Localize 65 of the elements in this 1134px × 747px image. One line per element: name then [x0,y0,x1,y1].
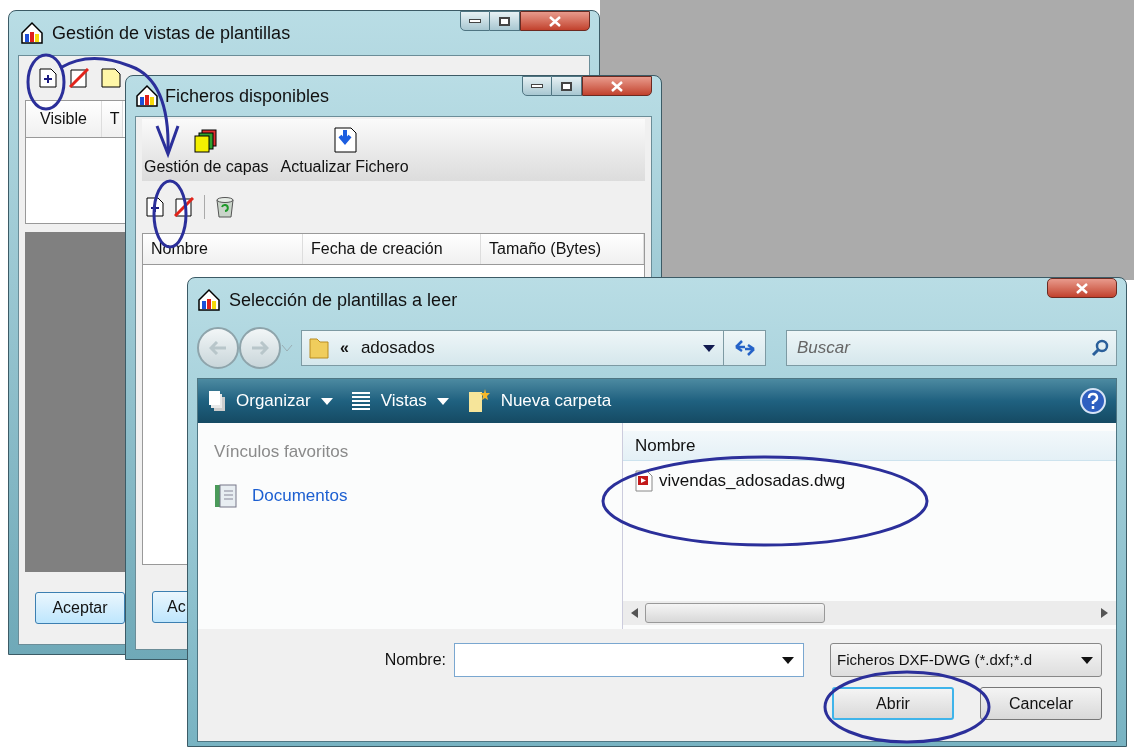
field-label: Nombre: [384,650,446,670]
close-button[interactable] [1047,278,1117,298]
house-icon [197,288,221,312]
house-icon [20,21,44,45]
window-title: Ficheros disponibles [165,84,330,108]
dropdown-arrow-icon [320,397,333,405]
column-header[interactable]: Visible [26,101,102,137]
new-folder-button[interactable]: Nueva carpeta [466,388,612,414]
document-icon[interactable] [101,68,121,88]
menu-button[interactable]: Vistas [350,388,449,414]
documents-icon [214,482,238,509]
dropdown-arrow-icon[interactable] [703,344,715,352]
search-icon [1091,339,1109,357]
new-folder-icon [466,388,491,414]
favorite-link[interactable]: Documentos [214,482,622,509]
dropdown-arrow-icon[interactable] [782,657,794,664]
column-header[interactable]: Nombre [623,431,1116,461]
menu-button[interactable]: Organizar [208,388,333,414]
cancel-button[interactable]: Cancelar [980,687,1102,720]
delete-icon[interactable] [174,197,194,217]
search-field[interactable]: Buscar [786,330,1117,366]
scroll-right-icon[interactable] [1100,608,1108,618]
minimize-button[interactable] [460,11,490,31]
path-text[interactable]: adosados [360,335,703,361]
close-button[interactable] [582,76,652,96]
open-button[interactable]: Abrir [832,687,954,720]
forward-arrow-icon [251,341,269,355]
column-header[interactable]: Tamaño (Bytes) [481,234,644,264]
path-separator[interactable]: « [340,336,349,360]
file-type-dropdown[interactable]: Ficheros DXF-DWG (*.dxf;*.d [830,643,1102,677]
minimize-button[interactable] [522,76,552,96]
maximize-button[interactable] [490,11,520,31]
dropdown-arrow-icon [436,397,449,405]
column-header[interactable]: Fecha de creación [303,234,481,264]
window-title: Gestión de vistas de plantillas [52,21,291,45]
layers-icon [193,129,220,153]
scroll-left-icon[interactable] [631,608,639,618]
pages-icon [208,390,226,412]
column-header[interactable]: T [101,101,123,137]
window-title: Selección de plantillas a leer [229,288,458,312]
scroll-thumb[interactable] [645,603,825,623]
annotation-ellipse [26,53,66,111]
dropdown-arrow-icon [1081,656,1093,664]
accept-button[interactable]: Aceptar [35,592,125,624]
file-item[interactable]: vivendas_adosadas.dwg [635,467,852,495]
close-icon [549,15,561,27]
address-bar[interactable]: « adosados [301,330,766,366]
list-view-icon [350,391,371,411]
maximize-button[interactable] [552,76,582,96]
horizontal-scrollbar[interactable] [623,601,1116,625]
update-file-button[interactable]: Actualizar Fichero [280,127,409,175]
folder-icon [308,336,330,360]
back-arrow-icon [209,341,227,355]
help-icon[interactable] [1080,388,1106,414]
new-document-icon[interactable] [39,68,57,88]
filename-field[interactable] [454,643,804,677]
download-document-icon [332,127,357,153]
layers-button[interactable]: Gestión de capas [144,129,269,175]
recycle-bin-icon[interactable] [215,196,235,218]
house-icon [135,84,159,108]
close-icon [611,80,623,92]
close-icon [1076,282,1088,294]
delete-icon[interactable] [69,68,89,88]
favorites-heading: Vínculos favoritos [214,441,350,463]
close-button[interactable] [520,11,590,31]
